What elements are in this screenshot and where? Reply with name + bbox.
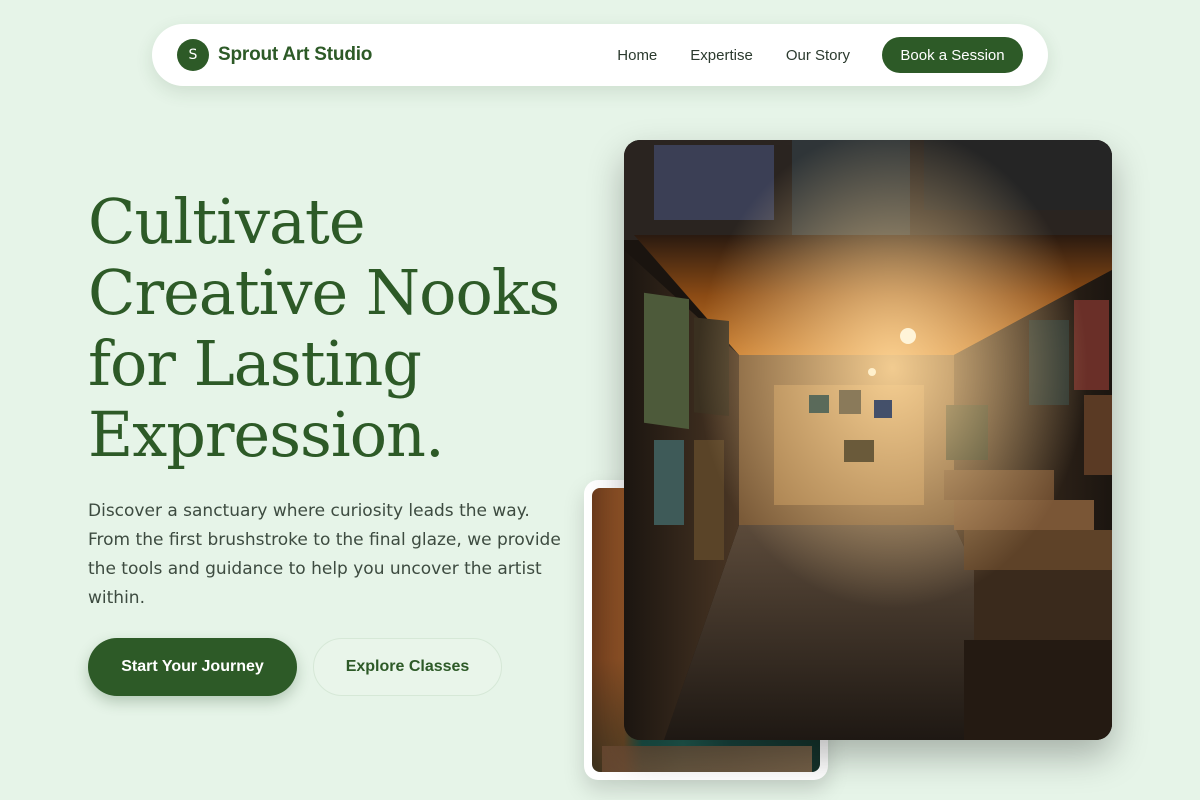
nav-link-our-story[interactable]: Our Story <box>786 47 850 64</box>
gallery-hallway-illustration <box>624 140 1112 740</box>
hero-title: Cultivate Creative Nooks for Lasting Exp… <box>88 185 560 471</box>
brand-logo-icon: S <box>177 39 209 71</box>
start-journey-button[interactable]: Start Your Journey <box>88 638 297 696</box>
book-session-button[interactable]: Book a Session <box>882 37 1023 73</box>
nav-links: Home Expertise Our Story Book a Session <box>617 37 1023 73</box>
nav-link-expertise[interactable]: Expertise <box>690 47 753 64</box>
top-navbar: S Sprout Art Studio Home Expertise Our S… <box>152 24 1048 86</box>
hero-photo <box>624 140 1112 740</box>
hero-description: Discover a sanctuary where curiosity lea… <box>88 501 561 608</box>
brand[interactable]: S Sprout Art Studio <box>177 39 372 71</box>
explore-classes-button[interactable]: Explore Classes <box>313 638 502 696</box>
nav-link-home[interactable]: Home <box>617 47 657 64</box>
brand-name: Sprout Art Studio <box>218 44 373 65</box>
